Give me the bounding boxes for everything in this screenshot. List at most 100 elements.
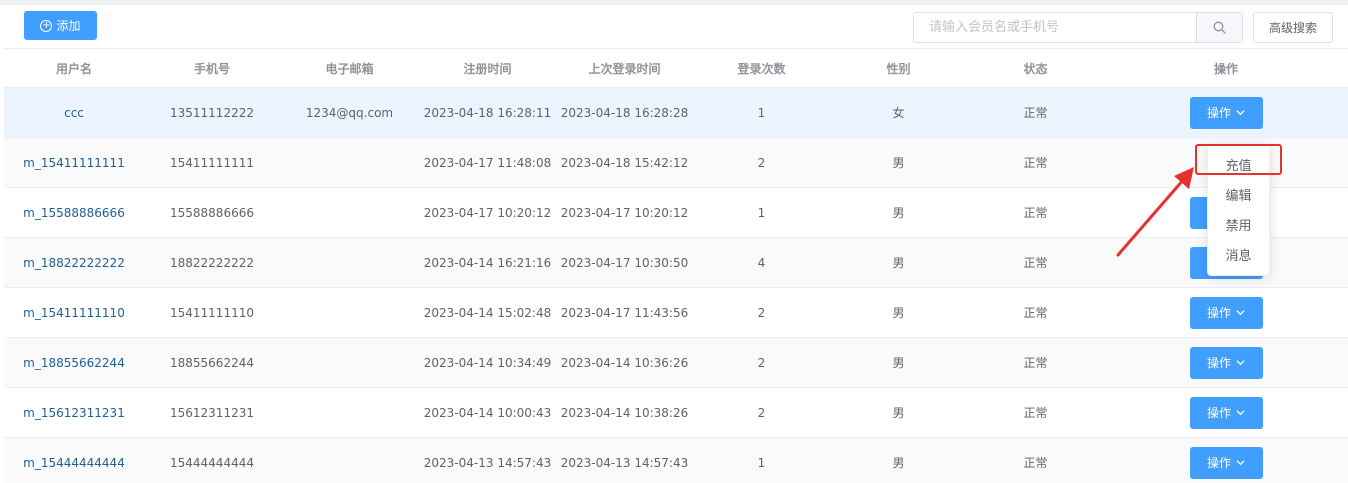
cell-reg-time: 2023-04-17 11:48:08	[423, 155, 552, 170]
row-action-button[interactable]: 操作	[1189, 96, 1263, 129]
add-button[interactable]: + 添加	[24, 11, 97, 40]
header-login-count: 登录次数	[737, 61, 786, 76]
cell-login-count: 1	[757, 455, 766, 470]
add-button-label: 添加	[56, 19, 81, 33]
cell-gender: 男	[892, 456, 905, 470]
cell-email	[280, 188, 419, 237]
table-row[interactable]: m_15411111111 15411111111 2023-04-17 11:48…	[4, 138, 1348, 188]
cell-phone: 15612311231	[170, 405, 254, 420]
cell-gender: 女	[892, 106, 905, 120]
cell-gender: 男	[892, 256, 905, 270]
cell-email: 1234@qq.com	[305, 105, 394, 120]
cell-reg-time: 2023-04-14 15:02:48	[423, 305, 552, 320]
cell-status: 正常	[1023, 156, 1048, 170]
table-row[interactable]: m_15612311231 15612311231 2023-04-14 10:00…	[4, 388, 1348, 438]
cell-actions: 操作	[1104, 338, 1348, 387]
cell-reg-time: 2023-04-17 10:20:12	[423, 205, 552, 220]
row-action-label: 操作	[1206, 356, 1231, 370]
cell-phone: 18855662244	[170, 355, 254, 370]
row-action-button[interactable]: 操作	[1189, 396, 1263, 429]
cell-gender: 男	[892, 206, 905, 220]
cell-login-count: 2	[757, 355, 766, 370]
chevron-down-icon	[1236, 110, 1245, 116]
menu-item-message[interactable]: 消息	[1208, 239, 1269, 269]
cell-username: m_18822222222	[23, 255, 125, 270]
cell-login-count: 2	[757, 405, 766, 420]
row-action-button[interactable]: 操作	[1189, 296, 1263, 329]
cell-email	[280, 138, 419, 187]
cell-status: 正常	[1023, 306, 1048, 320]
header-email: 电子邮箱	[325, 61, 374, 76]
row-action-button[interactable]: 操作	[1189, 346, 1263, 379]
menu-item-edit[interactable]: 编辑	[1208, 179, 1269, 209]
cell-reg-time: 2023-04-14 16:21:16	[423, 255, 552, 270]
table-row[interactable]: m_18855662244 18855662244 2023-04-14 10:34…	[4, 338, 1348, 388]
cell-email	[280, 238, 419, 287]
cell-username: m_15411111110	[23, 305, 125, 320]
table-row[interactable]: m_15444444444 15444444444 2023-04-13 14:57…	[4, 438, 1348, 483]
header-actions: 操作	[1213, 61, 1238, 76]
cell-email	[280, 338, 419, 387]
cell-login-count: 1	[757, 205, 766, 220]
cell-email	[280, 388, 419, 437]
search-icon	[1213, 21, 1226, 34]
menu-item-disable[interactable]: 禁用	[1208, 209, 1269, 239]
advanced-search-button[interactable]: 高级搜索	[1253, 12, 1333, 43]
cell-reg-time: 2023-04-14 10:34:49	[423, 355, 552, 370]
cell-login-count: 4	[757, 255, 766, 270]
table-row[interactable]: m_15411111110 15411111110 2023-04-14 15:02…	[4, 288, 1348, 338]
cell-email	[280, 288, 419, 337]
row-action-label: 操作	[1206, 456, 1231, 470]
table-header: 用户名 手机号 电子邮箱 注册时间 上次登录时间 登录次数 性别 状态 操作	[4, 48, 1348, 88]
plus-circle-icon: +	[40, 19, 53, 32]
chevron-down-icon	[1236, 310, 1245, 316]
cell-phone: 15411111111	[170, 155, 254, 170]
cell-reg-time: 2023-04-18 16:28:11	[423, 105, 552, 120]
chevron-down-icon	[1236, 460, 1245, 466]
cell-phone: 15588886666	[170, 205, 254, 220]
header-username: 用户名	[55, 61, 92, 76]
cell-status: 正常	[1023, 256, 1048, 270]
cell-actions: 操作	[1104, 388, 1348, 437]
cell-status: 正常	[1023, 106, 1048, 120]
header-last-login: 上次登录时间	[588, 61, 661, 76]
menu-item-recharge[interactable]: 充值	[1208, 149, 1269, 179]
member-table: 用户名 手机号 电子邮箱 注册时间 上次登录时间 登录次数 性别 状态 操作 c…	[4, 48, 1348, 483]
search-button[interactable]	[1196, 13, 1242, 42]
cell-gender: 男	[892, 306, 905, 320]
search-input[interactable]	[914, 13, 1196, 42]
header-gender: 性别	[886, 61, 911, 76]
header-phone: 手机号	[193, 61, 230, 76]
cell-username: m_15444444444	[23, 455, 125, 470]
header-reg-time: 注册时间	[463, 61, 512, 76]
table-row[interactable]: ccc 13511112222 1234@qq.com 2023-04-18 16:2…	[4, 88, 1348, 138]
cell-username: ccc	[64, 105, 84, 120]
row-action-label: 操作	[1206, 306, 1231, 320]
row-action-label: 操作	[1206, 406, 1231, 420]
header-status: 状态	[1023, 61, 1048, 76]
cell-reg-time: 2023-04-14 10:00:43	[423, 405, 552, 420]
cell-login-count: 1	[757, 105, 766, 120]
cell-last-login: 2023-04-17 10:20:12	[560, 205, 689, 220]
cell-phone: 13511112222	[170, 105, 254, 120]
table-row[interactable]: m_18822222222 18822222222 2023-04-14 16:21…	[4, 238, 1348, 288]
cell-status: 正常	[1023, 406, 1048, 420]
cell-last-login: 2023-04-14 10:38:26	[560, 405, 689, 420]
cell-phone: 15411111110	[170, 305, 254, 320]
cell-last-login: 2023-04-18 15:42:12	[560, 155, 689, 170]
top-strip	[0, 0, 1348, 5]
cell-username: m_15588886666	[23, 205, 125, 220]
row-action-button[interactable]: 操作	[1189, 446, 1263, 479]
cell-status: 正常	[1023, 356, 1048, 370]
cell-username: m_18855662244	[23, 355, 125, 370]
cell-email	[280, 438, 419, 483]
cell-status: 正常	[1023, 206, 1048, 220]
table-row[interactable]: m_15588886666 15588886666 2023-04-17 10:20…	[4, 188, 1348, 238]
chevron-down-icon	[1236, 360, 1245, 366]
cell-login-count: 2	[757, 155, 766, 170]
cell-actions: 操作	[1104, 438, 1348, 483]
cell-last-login: 2023-04-14 10:36:26	[560, 355, 689, 370]
cell-phone: 15444444444	[170, 455, 254, 470]
cell-actions: 操作	[1104, 88, 1348, 137]
cell-username: m_15612311231	[23, 405, 125, 420]
